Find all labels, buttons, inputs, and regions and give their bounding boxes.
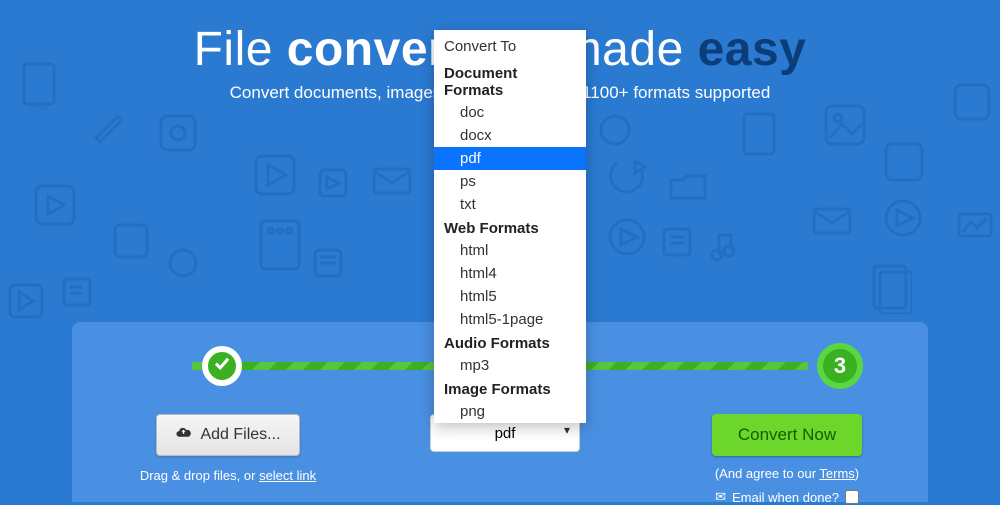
title-easy: easy [698, 23, 807, 76]
upload-icon [175, 424, 192, 446]
agree-suffix: ) [855, 466, 859, 481]
dropdown-option-png[interactable]: png [434, 400, 586, 423]
convert-to-dropdown[interactable]: Convert To Document Formatsdocdocxpdfpst… [434, 30, 586, 423]
dropdown-option-mp3[interactable]: mp3 [434, 354, 586, 377]
terms-link[interactable]: Terms [819, 466, 854, 481]
agree-prefix: (And agree to our [715, 466, 820, 481]
convert-now-button[interactable]: Convert Now [712, 414, 862, 456]
title-prefix: File [194, 23, 287, 76]
select-link[interactable]: select link [259, 468, 316, 483]
drop-hint: Drag & drop files, or select link [128, 468, 328, 483]
dropdown-option-doc[interactable]: doc [434, 101, 586, 124]
svg-text:JPG: JPG [28, 102, 48, 110]
add-files-label: Add Files... [200, 426, 280, 444]
dropdown-group-label: Web Formats [434, 216, 586, 239]
dropdown-option-html[interactable]: html [434, 239, 586, 262]
check-icon [211, 352, 233, 380]
add-files-button[interactable]: Add Files... [156, 414, 299, 456]
step-3-label: 3 [834, 353, 846, 379]
dropdown-group-label: Image Formats [434, 377, 586, 400]
drop-hint-text: Drag & drop files, or [140, 468, 259, 483]
dropdown-option-html5[interactable]: html5 [434, 285, 586, 308]
dropdown-option-html5-1page[interactable]: html5-1page [434, 308, 586, 331]
dropdown-title: Convert To [434, 30, 586, 61]
email-when-label: Email when done? [732, 490, 839, 505]
dropdown-option-html4[interactable]: html4 [434, 262, 586, 285]
dropdown-option-ps[interactable]: ps [434, 170, 586, 193]
dropdown-group-label: Document Formats [434, 61, 586, 101]
dropdown-option-txt[interactable]: txt [434, 193, 586, 216]
envelope-icon: ✉ [715, 489, 726, 505]
dropdown-option-pdf[interactable]: pdf [434, 147, 586, 170]
step-1-done-node [202, 346, 242, 386]
agree-text: (And agree to our Terms) [702, 466, 872, 481]
dropdown-option-docx[interactable]: docx [434, 124, 586, 147]
dropdown-group-label: Audio Formats [434, 331, 586, 354]
step-3-node: 3 [817, 343, 863, 389]
